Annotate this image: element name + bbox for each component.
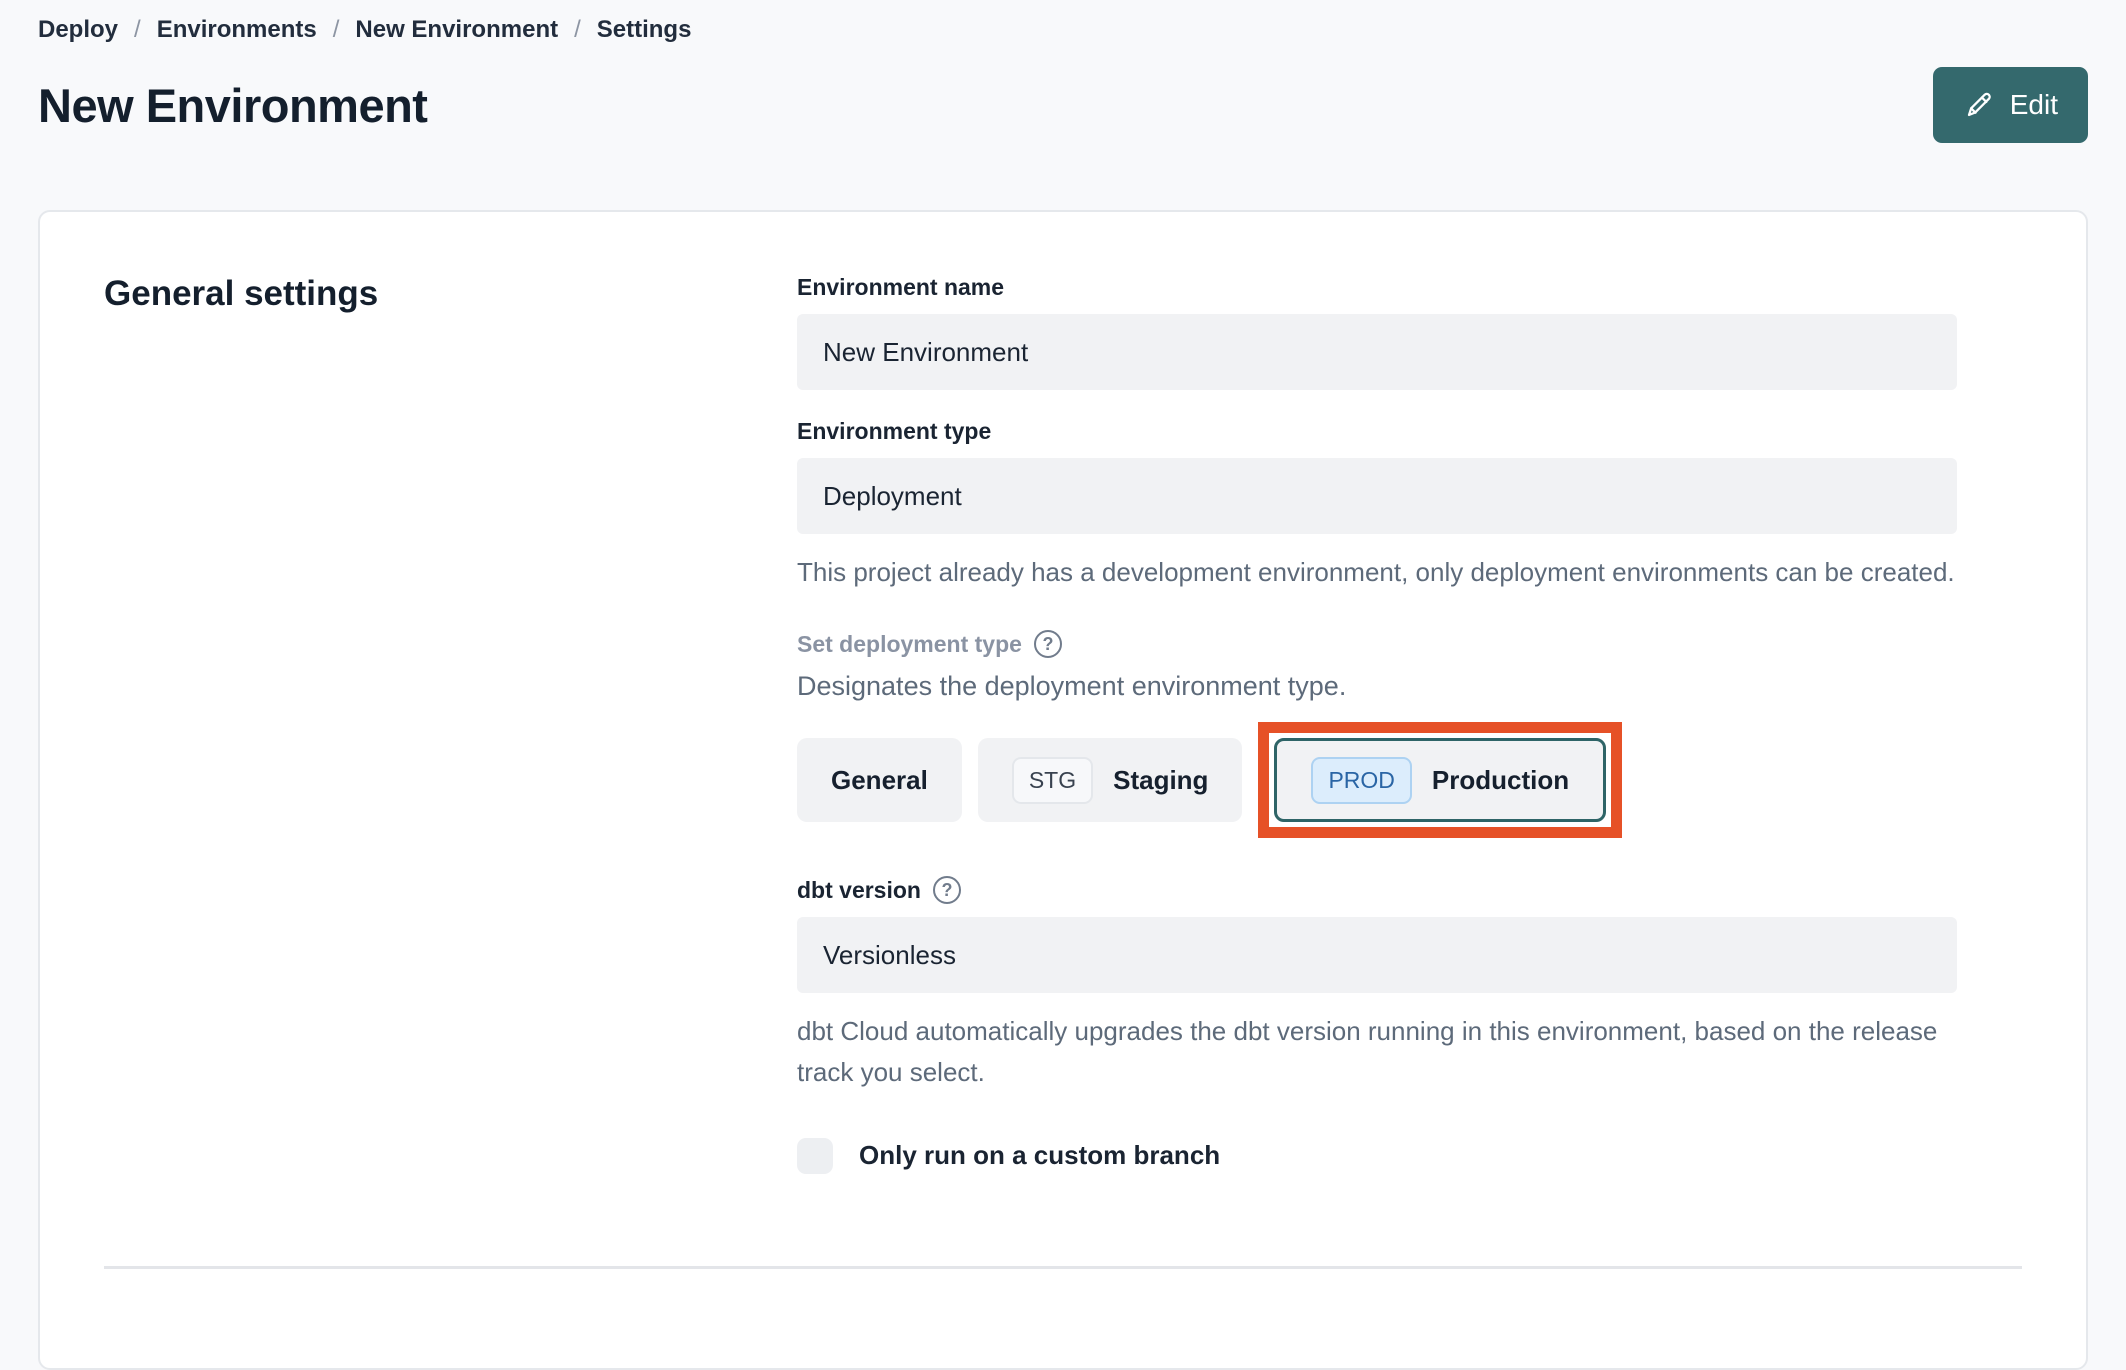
page: Deploy / Environments / New Environment … <box>0 0 2126 1370</box>
deployment-type-description: Designates the deployment environment ty… <box>797 671 1347 702</box>
edit-button-label: Edit <box>2009 89 2058 120</box>
custom-branch-checkbox[interactable] <box>797 1137 833 1174</box>
environment-name-value: New Environment <box>823 336 1029 367</box>
custom-branch-label: Only run on a custom branch <box>859 1140 1221 1171</box>
dbt-version-label: dbt version ? <box>797 876 1957 905</box>
deployment-type-label: Set deployment type ? <box>797 630 1957 659</box>
staging-option-label: Staging <box>1113 764 1209 795</box>
environment-name-label: Environment name <box>797 274 1005 300</box>
edit-button[interactable]: Edit <box>1932 67 2088 143</box>
breadcrumb: Deploy / Environments / New Environment … <box>38 16 2088 44</box>
dbt-version-field: Versionless <box>797 917 1957 994</box>
breadcrumb-new-environment[interactable]: New Environment <box>355 16 558 44</box>
breadcrumb-separator: / <box>134 16 141 43</box>
deployment-type-label-text: Set deployment type <box>797 630 1022 657</box>
breadcrumb-environments[interactable]: Environments <box>157 16 317 44</box>
production-badge: PROD <box>1311 756 1412 804</box>
production-option-label: Production <box>1431 764 1570 795</box>
deployment-type-production-button[interactable]: PROD Production <box>1274 738 1607 823</box>
pencil-icon <box>1963 89 1995 121</box>
deployment-type-options: General STG Staging PROD Production <box>797 722 1957 839</box>
dbt-version-helper: dbt Cloud automatically upgrades the dbt… <box>797 1016 1938 1087</box>
breadcrumb-settings: Settings <box>596 16 692 43</box>
breadcrumb-separator: / <box>574 16 581 43</box>
dbt-version-value: Versionless <box>823 939 956 970</box>
custom-branch-row: Only run on a custom branch <box>797 1137 1957 1174</box>
section-divider <box>104 1265 2022 1269</box>
environment-name-field: New Environment <box>797 314 1957 390</box>
dbt-version-label-text: dbt version <box>797 876 921 903</box>
help-icon[interactable]: ? <box>1033 630 1062 659</box>
section-heading: General settings <box>104 274 379 313</box>
staging-badge: STG <box>1011 756 1094 804</box>
breadcrumb-deploy[interactable]: Deploy <box>38 16 118 44</box>
breadcrumb-separator: / <box>332 16 340 43</box>
deployment-type-staging-button[interactable]: STG Staging <box>977 738 1243 823</box>
annotation-highlight: PROD Production <box>1258 722 1623 839</box>
help-icon[interactable]: ? <box>932 876 961 905</box>
page-title: New Environment <box>38 78 428 132</box>
general-settings-card: General settings Environment name New En… <box>38 210 2088 1370</box>
general-option-label: General <box>831 764 928 795</box>
settings-form: Environment name New Environment Environ… <box>797 274 1957 1174</box>
environment-type-helper: This project already has a development e… <box>797 557 1955 587</box>
deployment-type-general-button[interactable]: General <box>797 738 962 823</box>
environment-type-value: Deployment <box>823 480 962 511</box>
page-header: New Environment Edit <box>38 66 2088 144</box>
environment-type-field: Deployment <box>797 458 1957 534</box>
environment-type-label: Environment type <box>797 418 992 444</box>
